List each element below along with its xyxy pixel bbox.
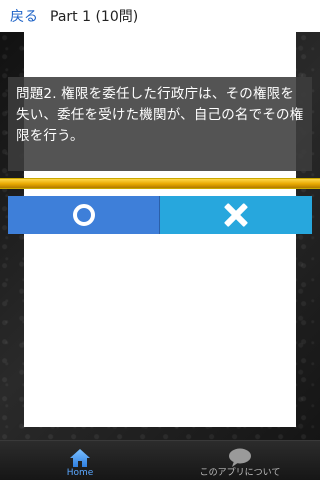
- answer-buttons: [8, 196, 312, 234]
- quiz-stage: 問題2. 権限を委任した行政庁は、その権限を失い、委任を受けた機関が、自己の名で…: [0, 32, 320, 440]
- progress-bar: [0, 178, 320, 189]
- tab-about[interactable]: このアプリについて: [160, 441, 320, 481]
- false-answer-button[interactable]: [160, 196, 312, 234]
- speech-bubble-icon: [229, 448, 251, 467]
- page-title: Part 1 (10問): [50, 9, 139, 25]
- progress-fill: [0, 179, 320, 188]
- back-link[interactable]: 戻る: [10, 6, 38, 26]
- tab-home-label: Home: [66, 468, 94, 478]
- tab-about-label: このアプリについて: [199, 468, 281, 478]
- tab-home[interactable]: Home: [0, 441, 160, 481]
- question-text: 問題2. 権限を委任した行政庁は、その権限を失い、委任を受けた機関が、自己の名で…: [8, 77, 312, 171]
- cross-icon: [224, 203, 248, 227]
- header-bar: 戻る Part 1 (10問): [0, 0, 320, 33]
- home-icon: [70, 449, 90, 467]
- true-answer-button[interactable]: [8, 196, 160, 234]
- bottom-tab-bar: Home このアプリについて: [0, 440, 320, 480]
- circle-icon: [72, 204, 95, 226]
